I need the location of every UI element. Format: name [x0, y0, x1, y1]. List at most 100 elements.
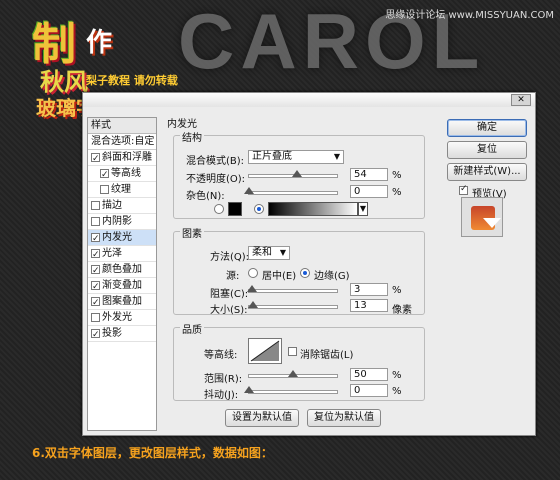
preview-mark — [483, 218, 501, 228]
style-item-checkbox[interactable] — [91, 217, 100, 226]
quality-legend: 品质 — [180, 321, 204, 336]
glow-gradient-picker[interactable] — [268, 202, 358, 216]
style-item-checkbox[interactable] — [100, 167, 109, 183]
choke-label: 阻塞(C): — [210, 289, 249, 300]
preview-swatch — [471, 206, 501, 230]
style-item-checkbox[interactable] — [91, 327, 100, 343]
style-item-checkbox[interactable] — [91, 279, 100, 295]
size-slider-thumb[interactable] — [248, 301, 259, 308]
noise-slider-thumb[interactable] — [244, 187, 254, 194]
glow-color-swatch[interactable] — [228, 202, 242, 216]
ok-button[interactable]: 确定 — [447, 119, 527, 137]
reset-button[interactable]: 复位 — [447, 141, 527, 159]
size-slider[interactable] — [248, 301, 338, 309]
blend-mode-label: 混合模式(B): — [186, 156, 245, 167]
choke-slider-thumb[interactable] — [246, 285, 257, 292]
style-item-label: 颜色叠加 — [102, 263, 142, 275]
method-label: 方法(Q): — [210, 252, 250, 263]
jitter-unit: % — [392, 386, 402, 397]
source-center-label: 居中(E) — [262, 271, 297, 282]
source-edge-radio[interactable] — [300, 268, 310, 278]
style-item-checkbox[interactable] — [91, 263, 100, 279]
structure-legend: 结构 — [180, 129, 204, 144]
elements-group: 图素 方法(Q): 柔和 ▼ 源: 居中(E) 边缘(G) 阻塞(C): 3 %… — [173, 225, 425, 316]
style-item-label: 描边 — [102, 199, 122, 211]
jitter-slider[interactable] — [244, 386, 338, 394]
screenshot-stage: CAROL 制 作 秋风 玻璃字 梨子教程 请勿转载 思缘设计论坛 www.MI… — [0, 0, 560, 480]
contour-label: 等高线: — [204, 350, 238, 361]
opacity-unit: % — [392, 170, 402, 181]
structure-group: 结构 混合模式(B): 正片叠底 ▼ 不透明度(O): 54 % 杂色(N): … — [173, 129, 425, 219]
choke-slider[interactable] — [246, 285, 338, 293]
gradient-chevron-down-icon[interactable]: ▼ — [358, 202, 368, 216]
style-item-checkbox[interactable] — [100, 185, 109, 194]
method-select[interactable]: 柔和 ▼ — [248, 246, 290, 260]
style-item-checkbox[interactable] — [91, 231, 100, 247]
style-preview-thumbnail — [461, 197, 503, 237]
style-item-label: 图案叠加 — [102, 295, 142, 307]
style-item[interactable]: 图案叠加 — [88, 294, 156, 311]
elements-legend: 图素 — [180, 225, 204, 240]
style-item-label: 光泽 — [102, 247, 122, 259]
range-slider[interactable] — [248, 370, 338, 378]
source-center-radio[interactable] — [248, 268, 258, 278]
layer-style-dialog: ✕ 样式 混合选项:自定 斜面和浮雕等高线纹理描边内阴影内发光光泽颜色叠加渐变叠… — [82, 92, 536, 436]
chevron-down-icon: ▼ — [333, 152, 340, 161]
style-item-label: 投影 — [102, 327, 122, 339]
size-input[interactable]: 13 — [350, 299, 388, 312]
noise-label: 杂色(N): — [186, 191, 225, 202]
logo-line-2: 作 — [86, 28, 113, 58]
blend-options-item[interactable]: 混合选项:自定 — [88, 134, 156, 150]
source-edge-label: 边缘(G) — [314, 271, 350, 282]
dialog-titlebar: ✕ — [83, 93, 535, 107]
opacity-slider[interactable] — [248, 170, 338, 178]
style-item[interactable]: 光泽 — [88, 246, 156, 263]
range-slider-thumb[interactable] — [288, 370, 298, 377]
gradient-radio[interactable] — [254, 204, 264, 214]
style-item[interactable]: 投影 — [88, 326, 156, 343]
style-item[interactable]: 描边 — [88, 198, 156, 214]
chevron-down-icon: ▼ — [279, 248, 286, 257]
opacity-input[interactable]: 54 — [350, 168, 388, 181]
style-item-label: 斜面和浮雕 — [102, 151, 152, 163]
style-item[interactable]: 外发光 — [88, 310, 156, 326]
style-item-label: 纹理 — [111, 183, 131, 195]
range-input[interactable]: 50 — [350, 368, 388, 381]
style-item-checkbox[interactable] — [91, 201, 100, 210]
choke-input[interactable]: 3 — [350, 283, 388, 296]
style-item[interactable]: 颜色叠加 — [88, 262, 156, 279]
style-item[interactable]: 内发光 — [88, 230, 156, 247]
styles-header: 样式 — [88, 118, 156, 134]
style-item-label: 内发光 — [102, 231, 132, 243]
noise-input[interactable]: 0 — [350, 185, 388, 198]
preview-checkbox[interactable] — [459, 184, 468, 195]
new-style-button[interactable]: 新建样式(W)... — [447, 163, 527, 181]
tutorial-caption: 6.双击字体图层，更改图层样式，数据如图： — [32, 446, 273, 460]
jitter-slider-thumb[interactable] — [244, 386, 254, 393]
style-item[interactable]: 内阴影 — [88, 214, 156, 230]
range-unit: % — [392, 370, 402, 381]
style-item-checkbox[interactable] — [91, 247, 100, 263]
antialias-checkbox[interactable] — [288, 347, 297, 356]
contour-picker[interactable] — [248, 338, 282, 364]
noise-unit: % — [392, 187, 402, 198]
blend-mode-value: 正片叠底 — [252, 151, 292, 162]
reset-default-button[interactable]: 复位为默认值 — [307, 409, 381, 427]
jitter-input[interactable]: 0 — [350, 384, 388, 397]
style-item[interactable]: 纹理 — [88, 182, 156, 198]
opacity-slider-thumb[interactable] — [291, 170, 302, 177]
style-item[interactable]: 斜面和浮雕 — [88, 150, 156, 167]
blend-mode-select[interactable]: 正片叠底 ▼ — [248, 150, 344, 164]
style-item-checkbox[interactable] — [91, 313, 100, 322]
style-item-checkbox[interactable] — [91, 295, 100, 311]
close-button[interactable]: ✕ — [511, 94, 531, 106]
style-item[interactable]: 等高线 — [88, 166, 156, 183]
color-radio[interactable] — [214, 204, 224, 214]
set-default-button[interactable]: 设置为默认值 — [225, 409, 299, 427]
style-item-label: 内阴影 — [102, 215, 132, 227]
watermark: 思缘设计论坛 www.MISSYUAN.COM — [385, 10, 554, 21]
style-item[interactable]: 渐变叠加 — [88, 278, 156, 295]
style-item-checkbox[interactable] — [91, 151, 100, 167]
noise-slider[interactable] — [244, 187, 338, 195]
antialias-label: 消除锯齿(L) — [300, 350, 354, 361]
